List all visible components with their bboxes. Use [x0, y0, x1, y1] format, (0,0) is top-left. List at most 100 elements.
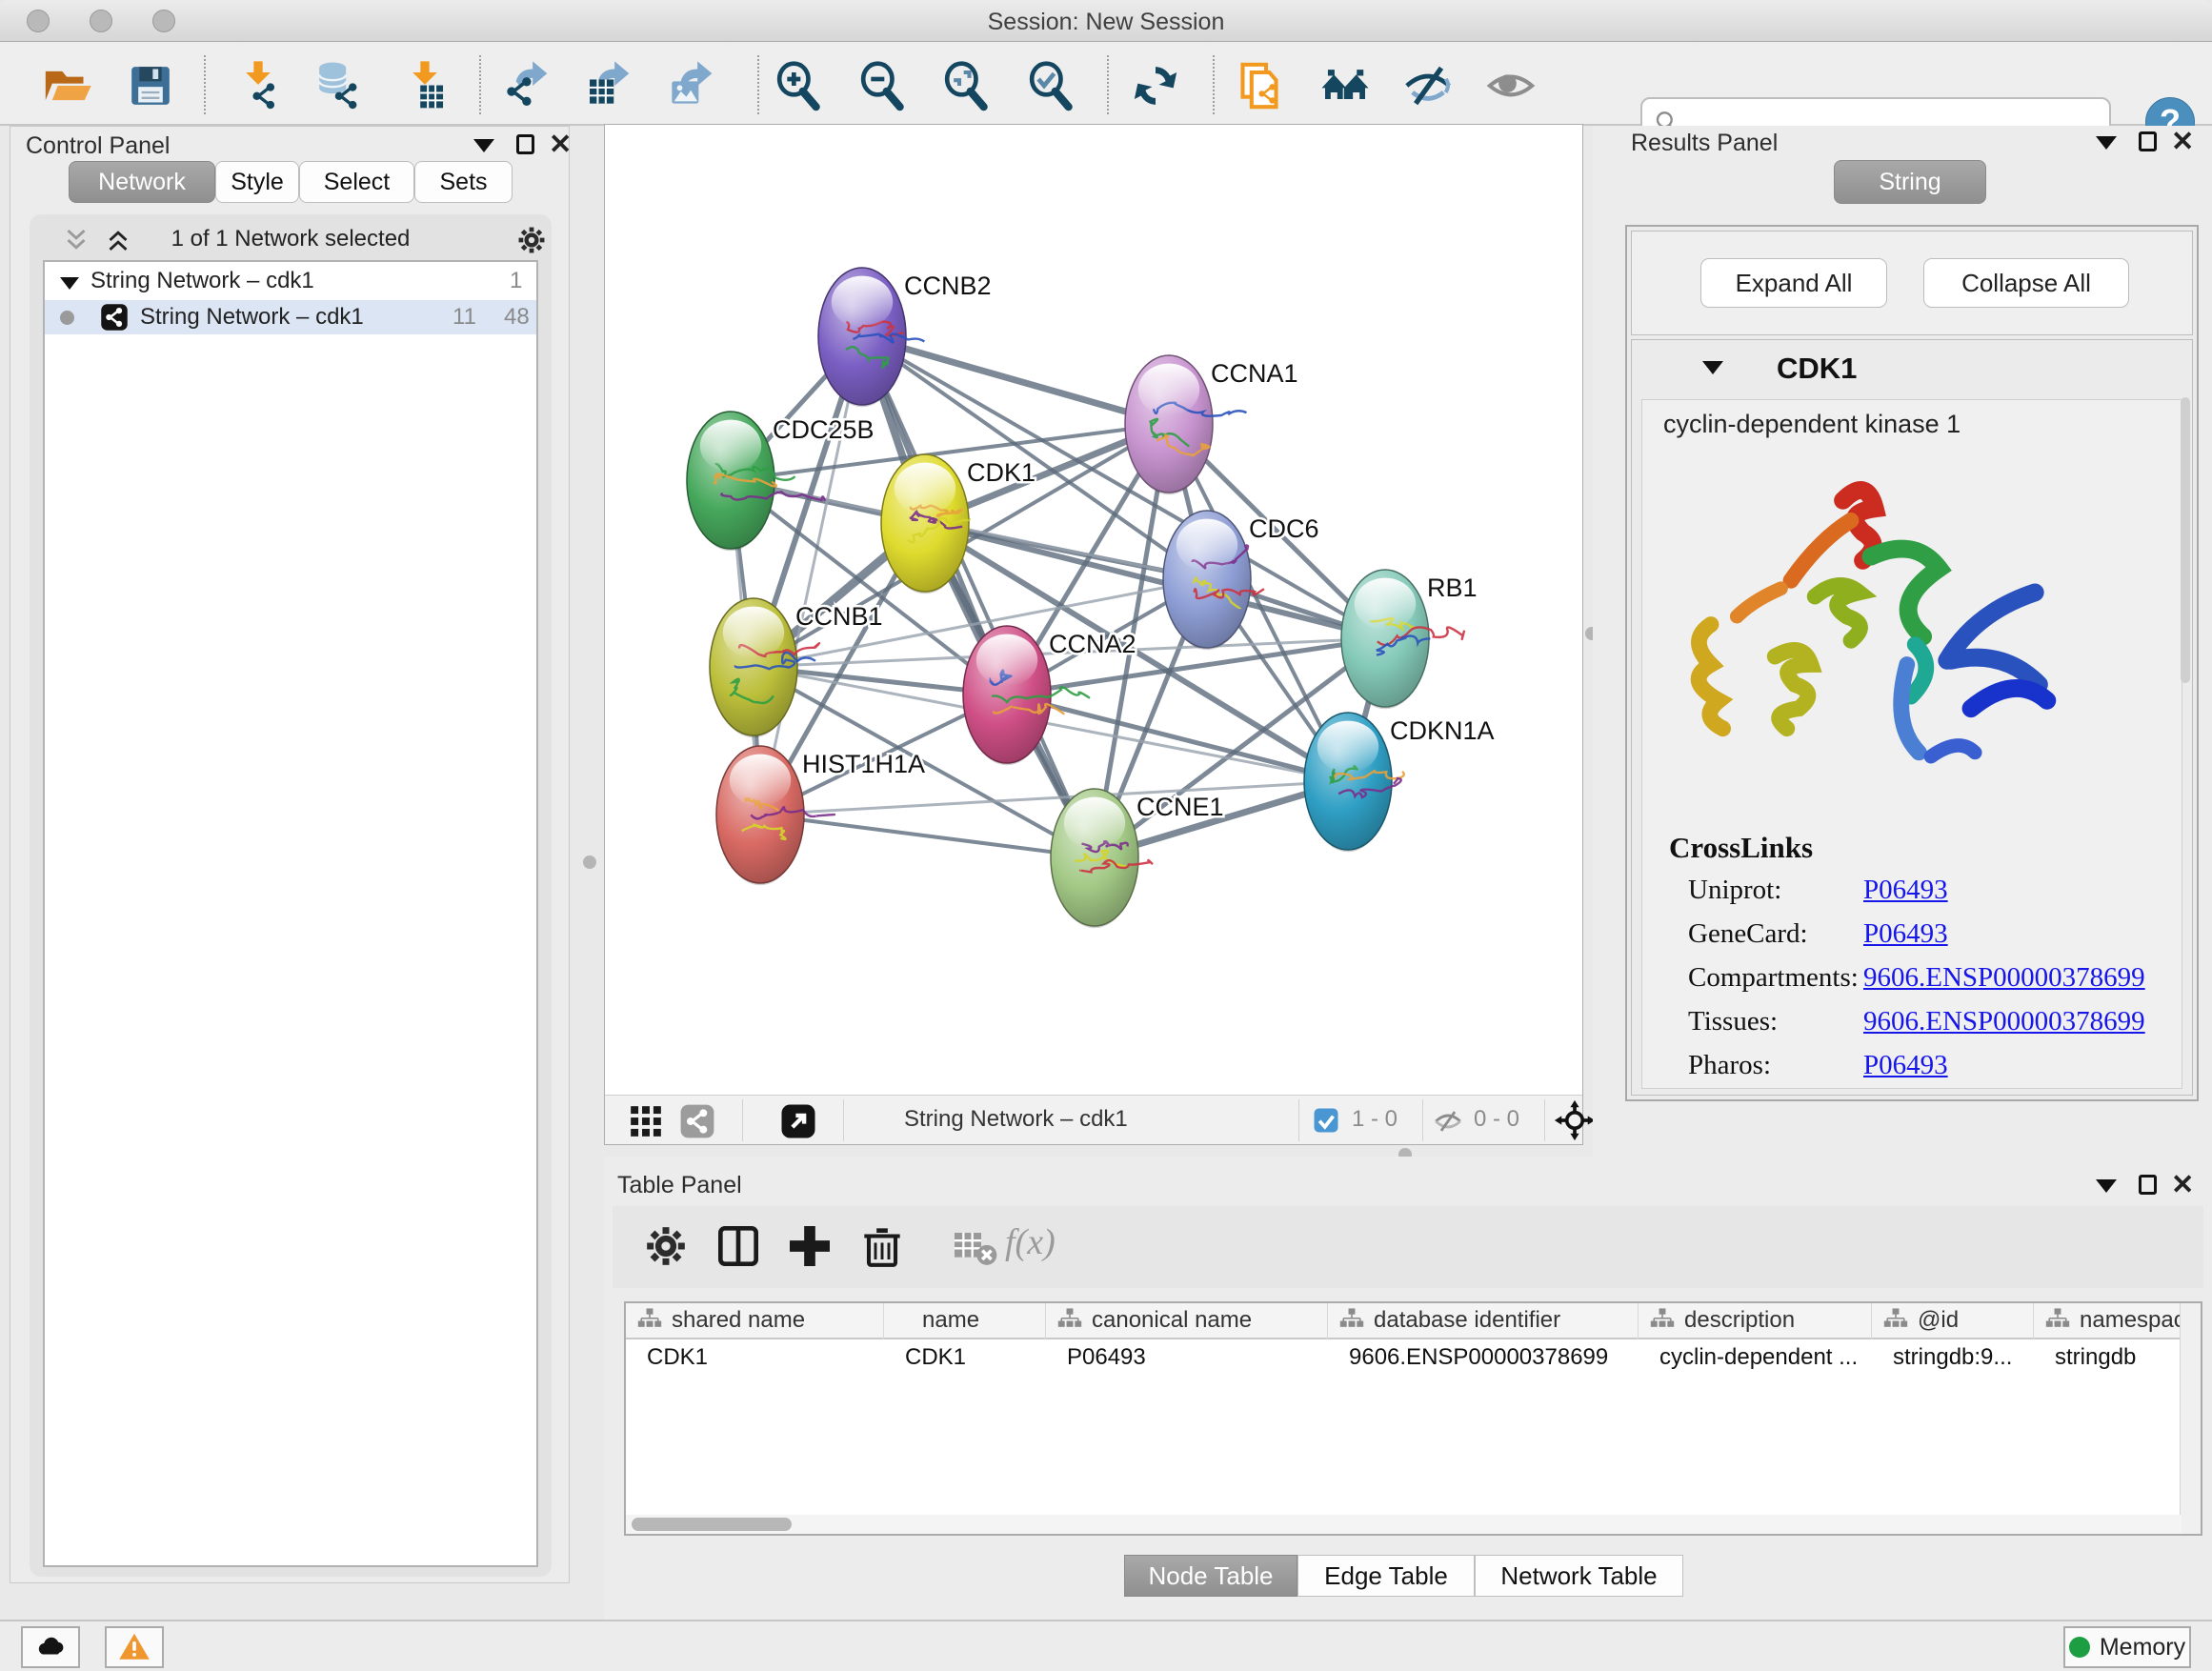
column-header-database-identifier[interactable]: database identifier — [1328, 1303, 1639, 1339]
network-list-container: 1 of 1 Network selected String Network –… — [30, 214, 552, 1577]
table-cell[interactable]: stringdb — [2034, 1341, 2182, 1376]
node-label-CDC25B: CDC25B — [773, 415, 875, 444]
results-scrollbar[interactable] — [2181, 397, 2190, 683]
table-cell[interactable]: CDK1 — [626, 1341, 884, 1376]
table-panel-float-icon[interactable] — [2139, 1175, 2157, 1195]
node-table: shared namenamecanonical namedatabase id… — [624, 1301, 2202, 1536]
network-graph[interactable]: CCNB2CCNA1CDC25BCDK1CDC6RB1CCNB1CCNA2CDK… — [605, 125, 1582, 1095]
selected-checkbox-icon[interactable] — [1312, 1106, 1340, 1135]
warning-button[interactable] — [105, 1626, 164, 1668]
gene-name: CDK1 — [1777, 352, 1857, 386]
table-cell[interactable]: stringdb:9... — [1872, 1341, 2034, 1376]
delete-table-icon[interactable] — [948, 1219, 1001, 1273]
export-table-icon[interactable] — [580, 59, 633, 112]
network-thumb-icon[interactable] — [679, 1103, 715, 1139]
control-panel-title: Control Panel — [26, 132, 170, 160]
table-horizontal-scrollbar[interactable] — [626, 1515, 2182, 1534]
column-header-description[interactable]: description — [1639, 1303, 1872, 1339]
zoom-out-icon[interactable] — [855, 59, 909, 112]
control-panel-menu-icon[interactable] — [473, 139, 494, 152]
export-image-icon[interactable] — [663, 59, 716, 112]
show-all-icon[interactable] — [1484, 59, 1538, 112]
string-query-icon[interactable] — [1318, 59, 1372, 112]
column-header-namespace[interactable]: namespace — [2034, 1303, 2182, 1339]
table-cell[interactable]: CDK1 — [884, 1341, 1046, 1376]
crosslink-link[interactable]: 9606.ENSP00000378699 — [1863, 962, 2145, 994]
table-cell[interactable]: cyclin-dependent ... — [1639, 1341, 1872, 1376]
gene-details: cyclin-dependent kinase 1 — [1641, 399, 2182, 1089]
hide-selected-icon[interactable] — [1401, 59, 1455, 112]
node-label-CCNA2: CCNA2 — [1049, 630, 1136, 658]
results-scroll-area: Expand All Collapse All CDK1 cyclin-depe… — [1625, 225, 2199, 1101]
control-panel-close-icon[interactable]: ✕ — [549, 128, 572, 161]
network-row[interactable]: String Network – cdk11148 — [45, 300, 536, 334]
collapse-all-button[interactable]: Collapse All — [1923, 258, 2129, 308]
tab-network-table[interactable]: Network Table — [1475, 1555, 1683, 1597]
open-session-icon[interactable] — [40, 59, 93, 112]
tab-string[interactable]: String — [1834, 160, 1986, 204]
function-builder-icon[interactable]: f(x) — [1005, 1221, 1056, 1263]
save-session-icon[interactable] — [124, 59, 177, 112]
tab-style[interactable]: Style — [215, 161, 299, 203]
import-network-database-icon[interactable] — [312, 59, 365, 112]
table-toolbar: f(x) — [613, 1206, 2203, 1288]
crosslink-link[interactable]: 9606.ENSP00000378699 — [1863, 1006, 2145, 1037]
tab-select[interactable]: Select — [299, 161, 414, 203]
table-panel-close-icon[interactable]: ✕ — [2171, 1168, 2194, 1201]
zoom-in-icon[interactable] — [772, 59, 825, 112]
grid-view-icon[interactable] — [628, 1103, 664, 1139]
memory-button[interactable]: Memory — [2063, 1626, 2191, 1668]
network-view-toolbar: String Network – cdk1 1 - 0 0 - 0 — [605, 1095, 1582, 1144]
table-cell[interactable]: P06493 — [1046, 1341, 1328, 1376]
window-title: Session: New Session — [0, 9, 2212, 36]
refresh-icon[interactable] — [1129, 59, 1182, 112]
show-columns-icon[interactable] — [712, 1219, 765, 1273]
column-header-name[interactable]: name — [884, 1303, 1046, 1339]
clone-network-icon[interactable] — [1233, 59, 1286, 112]
table-panel-menu-icon[interactable] — [2096, 1179, 2117, 1193]
table-panel-title: Table Panel — [617, 1172, 742, 1199]
import-table-icon[interactable] — [398, 59, 452, 112]
delete-column-icon[interactable] — [855, 1219, 909, 1273]
table-vertical-scrollbar[interactable] — [2180, 1303, 2201, 1534]
warning-icon — [117, 1630, 151, 1664]
zoom-fit-icon[interactable] — [939, 59, 993, 112]
hidden-eye-icon[interactable] — [1432, 1105, 1464, 1137]
open-in-window-icon[interactable] — [778, 1101, 818, 1141]
results-panel-menu-icon[interactable] — [2096, 136, 2117, 150]
results-panel-close-icon[interactable]: ✕ — [2171, 125, 2194, 158]
tab-edge-table[interactable]: Edge Table — [1297, 1555, 1475, 1597]
node-label-CCNA1: CCNA1 — [1211, 359, 1298, 388]
network-options-gear-icon[interactable] — [513, 222, 550, 258]
string-network-icon — [100, 303, 129, 332]
add-column-icon[interactable] — [783, 1219, 836, 1273]
network-view[interactable]: CCNB2CCNA1CDC25BCDK1CDC6RB1CCNB1CCNA2CDK… — [604, 124, 1583, 1145]
birds-eye-icon[interactable] — [1554, 1099, 1596, 1141]
table-cell[interactable]: 9606.ENSP00000378699 — [1328, 1341, 1639, 1376]
column-header-canonical-name[interactable]: canonical name — [1046, 1303, 1328, 1339]
left-splitter-handle[interactable] — [583, 856, 596, 869]
export-network-icon[interactable] — [498, 59, 552, 112]
crosslink-link[interactable]: P06493 — [1863, 875, 1948, 906]
tab-node-table[interactable]: Node Table — [1124, 1555, 1297, 1597]
node-label-CCNE1: CCNE1 — [1136, 793, 1224, 821]
tab-network[interactable]: Network — [69, 161, 215, 203]
table-options-gear-icon[interactable] — [639, 1219, 693, 1273]
cloud-button[interactable] — [21, 1626, 80, 1668]
import-network-file-icon[interactable] — [231, 59, 285, 112]
crosslinks-title: CrossLinks — [1669, 831, 1813, 865]
edge-count: 48 — [504, 300, 530, 334]
tab-sets[interactable]: Sets — [414, 161, 513, 203]
column-header--id[interactable]: @id — [1872, 1303, 2034, 1339]
toolbar-separator — [1213, 55, 1215, 114]
tree-expand-icon[interactable] — [60, 277, 79, 290]
results-panel-float-icon[interactable] — [2139, 131, 2157, 151]
zoom-selected-icon[interactable] — [1024, 59, 1077, 112]
gene-section-collapse-icon[interactable] — [1702, 361, 1723, 374]
column-header-shared-name[interactable]: shared name — [626, 1303, 884, 1339]
expand-all-button[interactable]: Expand All — [1700, 258, 1887, 308]
crosslink-link[interactable]: P06493 — [1863, 1050, 1948, 1081]
control-panel-float-icon[interactable] — [516, 134, 534, 154]
crosslink-link[interactable]: P06493 — [1863, 918, 1948, 950]
network-collection-row[interactable]: String Network – cdk11 — [45, 264, 536, 298]
